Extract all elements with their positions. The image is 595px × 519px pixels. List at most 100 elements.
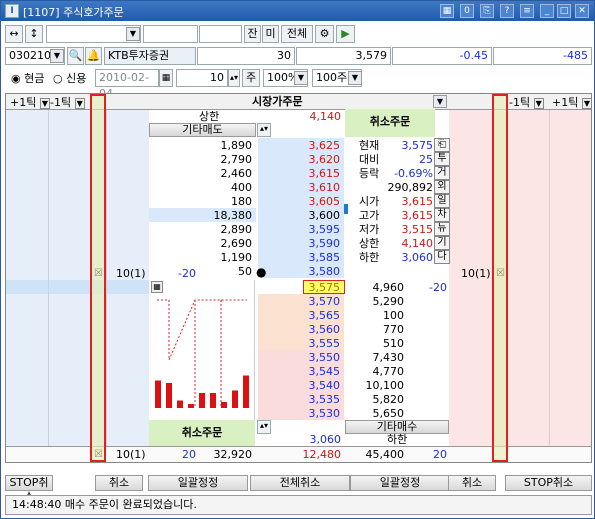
- ask-price[interactable]: 3,605: [286, 194, 341, 209]
- swap-v-icon[interactable]: ↕: [25, 25, 43, 43]
- bid-price[interactable]: 3,530: [286, 406, 341, 421]
- info-side-tab[interactable]: 외: [434, 180, 450, 194]
- bid-price[interactable]: 3,565: [286, 308, 341, 323]
- market-order-header[interactable]: 시장가주문: [252, 94, 303, 109]
- ask-price[interactable]: 3,595: [286, 222, 341, 237]
- credit-radio[interactable]: ○ 신용: [53, 71, 86, 86]
- chart-volume-bar: [188, 404, 194, 408]
- info-side-tab[interactable]: 기: [434, 236, 450, 250]
- other-sell-button[interactable]: 기타매도: [149, 123, 256, 137]
- bid-qty[interactable]: 5,290: [354, 294, 405, 309]
- info-side-tab[interactable]: 뉴: [434, 222, 450, 236]
- ask-price[interactable]: 3,610: [286, 180, 341, 195]
- list-icon[interactable]: ≡: [520, 4, 534, 18]
- sell-spin-icon[interactable]: ▴▾: [257, 123, 271, 137]
- ask-price[interactable]: 3,600: [286, 208, 341, 223]
- ask-qty[interactable]: 2,890: [196, 222, 253, 237]
- bottom-button[interactable]: 전체취소: [250, 475, 350, 491]
- bid-qty[interactable]: 5,820: [354, 392, 405, 407]
- info-value: 3,615: [401, 195, 434, 208]
- bottom-button[interactable]: 취소: [448, 475, 496, 491]
- link-icon[interactable]: ⎘: [480, 4, 494, 18]
- total-left-qty: 10(1): [116, 448, 146, 461]
- ask-qty[interactable]: 1,190: [196, 250, 253, 265]
- password-field[interactable]: [199, 25, 242, 43]
- cancel-order-top[interactable]: 취소주문: [345, 109, 435, 137]
- settings-icon[interactable]: ⚙: [315, 25, 334, 43]
- zero-icon[interactable]: 0: [460, 4, 474, 18]
- info-side-tab[interactable]: 거: [434, 166, 450, 180]
- bid-qty[interactable]: 10,100: [354, 378, 405, 393]
- ask-price[interactable]: 3,580: [286, 264, 341, 279]
- qty-spin-icon[interactable]: ▴▾: [228, 69, 240, 87]
- ask-qty[interactable]: 2,690: [196, 236, 253, 251]
- bottom-button[interactable]: STOP취소: [505, 475, 592, 491]
- swap-h-icon[interactable]: ↔: [5, 25, 23, 43]
- account-dropdown-icon[interactable]: ▼: [126, 27, 140, 41]
- bid-price[interactable]: 3,535: [286, 392, 341, 407]
- ask-qty[interactable]: 2,460: [196, 166, 253, 181]
- ask-qty[interactable]: 1,890: [196, 138, 253, 153]
- ask-qty[interactable]: 50: [196, 264, 252, 279]
- bid-qty[interactable]: 510: [354, 336, 404, 351]
- bottom-button[interactable]: 일괄정정: [350, 475, 450, 491]
- qty-input[interactable]: 10: [176, 69, 228, 87]
- bid-qty[interactable]: 770: [354, 322, 404, 337]
- pct-dropdown-icon[interactable]: ▼: [294, 71, 308, 85]
- bottom-button[interactable]: 취소: [95, 475, 143, 491]
- date-field[interactable]: 2010-02-04: [95, 69, 159, 100]
- bell-icon[interactable]: 🔔: [85, 47, 102, 65]
- export-icon[interactable]: ▶: [336, 25, 355, 43]
- cancel-order-bottom[interactable]: 취소주문: [149, 420, 255, 448]
- bid-qty[interactable]: 100: [354, 308, 404, 323]
- market-order-dropdown-icon[interactable]: ▼: [433, 95, 447, 108]
- minimize-icon[interactable]: _: [540, 4, 554, 18]
- bottom-button[interactable]: 일괄정정: [148, 475, 248, 491]
- left-tick2[interactable]: -1틱 ▼: [50, 95, 85, 111]
- ask-price[interactable]: 3,625: [286, 138, 341, 153]
- bottom-button[interactable]: STOP취소: [5, 475, 53, 503]
- search-icon[interactable]: 🔍: [67, 47, 84, 65]
- cash-radio[interactable]: ◉ 현금: [11, 71, 44, 86]
- ask-qty[interactable]: 18,380: [196, 208, 253, 223]
- buy-spin-icon[interactable]: ▴▾: [257, 420, 271, 434]
- right-tick2[interactable]: +1틱 ▼: [552, 95, 592, 111]
- ask-price[interactable]: 3,590: [286, 236, 341, 251]
- ask-price[interactable]: 3,620: [286, 152, 341, 167]
- jan-button[interactable]: 잔: [244, 25, 261, 43]
- bid-price[interactable]: 3,570: [286, 294, 341, 309]
- stock-code-dropdown-icon[interactable]: ▼: [50, 49, 64, 63]
- info-side-tab[interactable]: ⎗: [434, 138, 450, 152]
- ask-qty[interactable]: 400: [196, 180, 252, 195]
- right-tick1[interactable]: -1틱 ▼: [509, 95, 544, 111]
- info-side-tab[interactable]: 다: [434, 250, 450, 264]
- grid-icon[interactable]: ▦: [440, 4, 454, 18]
- ask-qty[interactable]: 2,790: [196, 152, 253, 167]
- bid-qty[interactable]: 5,650: [354, 406, 405, 421]
- bid-price[interactable]: 3,560: [286, 322, 341, 337]
- ask-qty[interactable]: 180: [196, 194, 252, 209]
- bid-price[interactable]: 3,550: [286, 350, 341, 365]
- info-side-tab[interactable]: 차: [434, 208, 450, 222]
- calendar-icon[interactable]: ▦: [159, 69, 173, 87]
- bid-qty[interactable]: 4,960: [354, 280, 405, 295]
- bid-price[interactable]: 3,545: [286, 364, 341, 379]
- ask-price[interactable]: 3,615: [286, 166, 341, 181]
- bid-qty[interactable]: 7,430: [354, 350, 405, 365]
- info-side-tab[interactable]: 일: [434, 194, 450, 208]
- shares-dropdown-icon[interactable]: ▼: [348, 71, 362, 85]
- mi-button[interactable]: 미: [262, 25, 279, 43]
- bid-qty[interactable]: 4,770: [354, 364, 405, 379]
- all-button[interactable]: 전체: [281, 25, 313, 43]
- bid-price[interactable]: 3,540: [286, 378, 341, 393]
- close-icon[interactable]: ✕: [575, 4, 589, 18]
- ask-price[interactable]: 3,585: [286, 250, 341, 265]
- restore-icon[interactable]: □: [557, 4, 571, 18]
- bid-price[interactable]: 3,575: [286, 280, 341, 295]
- info-value: 4,140: [401, 237, 434, 250]
- help-icon[interactable]: ?: [500, 4, 514, 18]
- bid-price[interactable]: 3,555: [286, 336, 341, 351]
- account-name-field[interactable]: [143, 25, 198, 43]
- info-side-tab[interactable]: 투: [434, 152, 450, 166]
- left-tick1[interactable]: +1틱 ▼: [10, 95, 50, 111]
